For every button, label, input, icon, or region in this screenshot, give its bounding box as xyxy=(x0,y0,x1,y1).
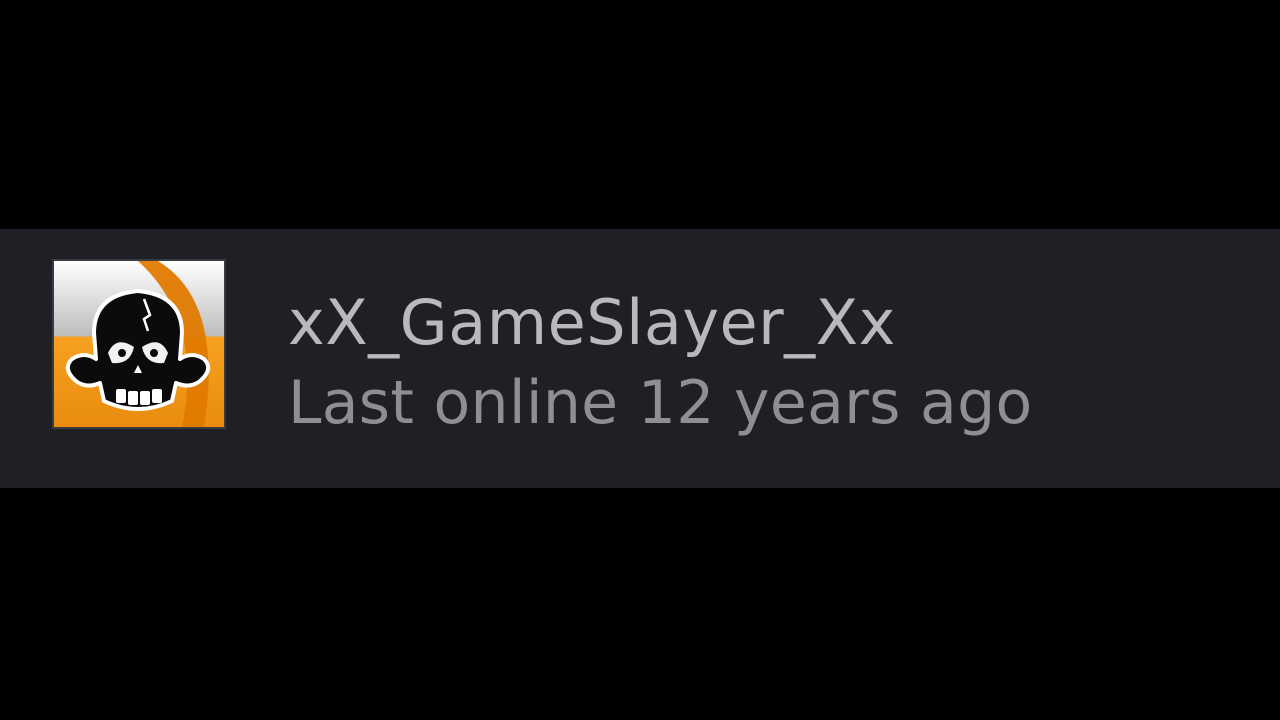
username[interactable]: xX_GameSlayer_Xx xyxy=(288,283,1033,363)
profile-text: xX_GameSlayer_Xx Last online 12 years ag… xyxy=(288,283,1033,443)
screen: xX_GameSlayer_Xx Last online 12 years ag… xyxy=(0,0,1280,720)
skull-icon xyxy=(54,261,224,427)
online-status: Last online 12 years ago xyxy=(288,368,1033,438)
avatar[interactable] xyxy=(52,259,226,429)
friend-list-item[interactable]: xX_GameSlayer_Xx Last online 12 years ag… xyxy=(0,229,1280,488)
